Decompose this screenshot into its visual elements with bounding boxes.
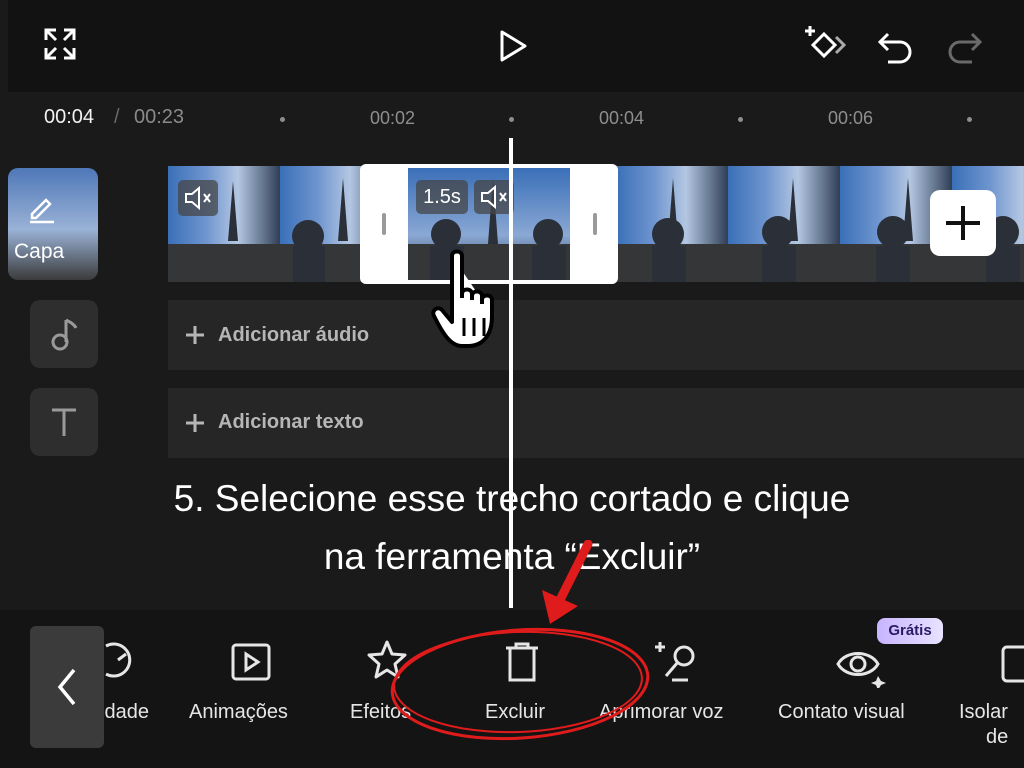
- edit-icon: [30, 198, 54, 224]
- tool-isolate-label-line2[interactable]: de: [986, 726, 1008, 749]
- mute-icon: [185, 185, 211, 211]
- mute-icon: [481, 184, 507, 210]
- trim-handle-left[interactable]: [382, 213, 386, 235]
- ruler-dot: [967, 117, 972, 122]
- ruler-dot: [509, 117, 514, 122]
- highlight-annotation: [390, 540, 650, 741]
- ruler-tick: 00:06: [828, 108, 874, 128]
- add-clip-button[interactable]: [930, 190, 996, 256]
- free-badge: Grátis: [877, 618, 943, 644]
- instruction-line-1: 5. Selecione esse trecho cortado e cliqu…: [173, 478, 851, 519]
- mute-badge[interactable]: [178, 180, 218, 216]
- tool-speed-label[interactable]: idade: [100, 701, 149, 724]
- tool-isolate-label[interactable]: Isolar: [959, 701, 1008, 724]
- trim-handle-right[interactable]: [593, 213, 597, 235]
- total-time: 00:23: [134, 106, 185, 128]
- plus-icon: [946, 206, 980, 240]
- eye-contact-icon[interactable]: [834, 642, 886, 688]
- text-track-icon-box: [30, 388, 98, 456]
- tool-eye-contact-label[interactable]: Contato visual: [778, 701, 905, 724]
- hand-cursor-icon: [431, 249, 494, 348]
- play-icon[interactable]: [494, 28, 530, 64]
- ruler-tick: 00:04: [599, 108, 645, 128]
- animation-icon[interactable]: [230, 642, 272, 682]
- ruler-tick: 00:02: [370, 108, 416, 128]
- tool-animations-label[interactable]: Animações: [189, 701, 288, 724]
- current-time: 00:04: [44, 106, 95, 128]
- audio-track-icon-box: [30, 300, 98, 368]
- plus-icon: [186, 414, 204, 432]
- undo-icon[interactable]: [876, 28, 914, 64]
- music-note-icon: [51, 318, 78, 351]
- segment-mute-badge[interactable]: [474, 180, 514, 214]
- add-audio-label: Adicionar áudio: [218, 324, 370, 346]
- ruler-dot: [738, 117, 743, 122]
- duration-badge: 1.5s: [416, 180, 468, 214]
- ruler-dot: [280, 117, 285, 122]
- add-keyframe-icon[interactable]: [802, 24, 852, 66]
- redo-icon[interactable]: [946, 28, 984, 64]
- speed-icon: [105, 642, 132, 678]
- chevron-left-icon: [57, 668, 76, 706]
- back-button[interactable]: [30, 626, 104, 748]
- time-separator: /: [114, 106, 120, 128]
- plus-icon: [186, 326, 204, 344]
- text-icon: [52, 408, 76, 436]
- isolate-icon[interactable]: [1000, 644, 1024, 684]
- cover-label: Capa: [14, 240, 65, 263]
- add-text-label: Adicionar texto: [218, 411, 364, 433]
- expand-icon[interactable]: [42, 26, 78, 62]
